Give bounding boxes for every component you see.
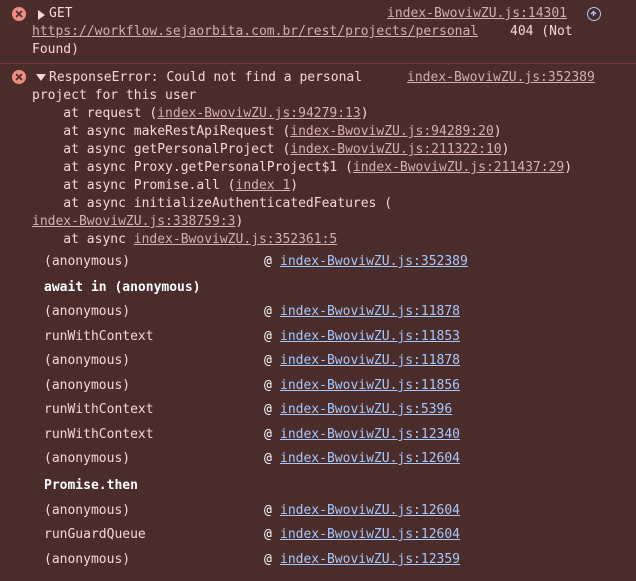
frame-at: @ <box>264 527 272 542</box>
error-circle-icon <box>12 70 26 84</box>
stack-link[interactable]: index-BwoviwZU.js:352361:5 <box>134 232 338 247</box>
frame-source-link[interactable]: index-BwoviwZU.js:11856 <box>280 377 460 395</box>
frame-source-link[interactable]: index-BwoviwZU.js:11853 <box>280 328 460 346</box>
request-url-link[interactable]: https://workflow.sejaorbita.com.br/rest/… <box>32 23 478 41</box>
stack-prefix: at async Proxy.getPersonalProject$1 ( <box>32 160 353 175</box>
frame-source-link[interactable]: index-BwoviwZU.js:352389 <box>280 253 468 271</box>
frame-source-link[interactable]: index-BwoviwZU.js:12604 <box>280 526 460 544</box>
stack-suffix: ) <box>501 142 510 157</box>
frame-at: @ <box>264 503 272 518</box>
frame-at: @ <box>264 378 272 393</box>
frame-source-link[interactable]: index-BwoviwZU.js:12340 <box>280 426 460 444</box>
frame-function: (anonymous) <box>44 353 131 368</box>
error-message-line2: project for this user <box>32 88 197 103</box>
stack-link[interactable]: index-BwoviwZU.js:94289:20 <box>290 124 494 139</box>
frame-at: @ <box>264 353 272 368</box>
stack-prefix: at async initializeAuthenticatedFeatures… <box>32 196 393 211</box>
stack-line: index-BwoviwZU.js:338759:3) <box>32 213 243 231</box>
stack-line: at async index-BwoviwZU.js:352361:5 <box>32 231 337 249</box>
stack-prefix: at async makeRestApiRequest ( <box>32 124 291 139</box>
frame-source-link[interactable]: index-BwoviwZU.js:11878 <box>280 352 460 370</box>
request-method: GET <box>49 6 73 21</box>
frame-function: (anonymous) <box>44 254 131 269</box>
frame-source-link[interactable]: index-BwoviwZU.js:11878 <box>280 303 460 321</box>
frame-function: runWithContext <box>44 329 154 344</box>
stack-line: at async initializeAuthenticatedFeatures… <box>32 195 392 213</box>
stack-line: at request (index-BwoviwZU.js:94279:13) <box>32 105 369 123</box>
stack-line: at async Promise.all (index 1) <box>32 177 298 195</box>
frame-at: @ <box>264 451 272 466</box>
frame-source-link[interactable]: index-BwoviwZU.js:12604 <box>280 502 460 520</box>
stack-line: at async getPersonalProject (index-Bwovi… <box>32 141 509 159</box>
frame-at: @ <box>264 552 272 567</box>
frame-function: (anonymous) <box>44 503 131 518</box>
response-error-source-link[interactable]: index-BwoviwZU.js:352389 <box>407 69 595 87</box>
stack-suffix: ) <box>290 178 299 193</box>
message-divider <box>0 63 636 64</box>
stack-suffix: ) <box>360 106 369 121</box>
frame-function: (anonymous) <box>44 378 131 393</box>
stack-link[interactable]: index-BwoviwZU.js:338759:3 <box>32 214 236 229</box>
stack-prefix: at async getPersonalProject ( <box>32 142 291 157</box>
frame-source-link[interactable]: index-BwoviwZU.js:5396 <box>280 401 452 419</box>
frame-function: (anonymous) <box>44 304 131 319</box>
stack-prefix: at async Promise.all ( <box>32 178 236 193</box>
caret-down-icon[interactable] <box>36 74 46 81</box>
stack-suffix: ) <box>493 124 502 139</box>
frame-function: runWithContext <box>44 402 154 417</box>
stack-line: at async makeRestApiRequest (index-Bwovi… <box>32 123 502 141</box>
frame-function: (anonymous) <box>44 451 131 466</box>
caret-right-icon[interactable] <box>38 10 45 20</box>
frame-source-link[interactable]: index-BwoviwZU.js:12604 <box>280 450 460 468</box>
stack-link[interactable]: index-BwoviwZU.js:211437:29 <box>353 160 564 175</box>
stack-link[interactable]: index-BwoviwZU.js:211322:10 <box>290 142 501 157</box>
frame-function: runGuardQueue <box>44 527 146 542</box>
frame-at: @ <box>264 304 272 319</box>
stack-suffix: ) <box>564 160 573 175</box>
stack-suffix: ) <box>235 214 244 229</box>
response-status-cont: Found) <box>32 42 79 57</box>
async-group-label: await in (anonymous) <box>44 280 201 295</box>
stack-prefix: at request ( <box>32 106 158 121</box>
response-status: 404 (Not <box>510 24 573 39</box>
error-message-line1: ResponseError: Could not find a personal <box>49 70 363 85</box>
error-circle-icon <box>12 7 26 21</box>
frame-at: @ <box>264 427 272 442</box>
frame-function: (anonymous) <box>44 552 131 567</box>
frame-source-link[interactable]: index-BwoviwZU.js:12359 <box>280 551 460 569</box>
stack-link[interactable]: index 1 <box>236 178 291 193</box>
stack-prefix: at async <box>32 232 134 247</box>
frame-at: @ <box>264 329 272 344</box>
frame-function: runWithContext <box>44 427 154 442</box>
frame-at: @ <box>264 402 272 417</box>
stack-link[interactable]: index-BwoviwZU.js:94279:13 <box>157 106 361 121</box>
network-request-icon[interactable] <box>587 7 601 21</box>
network-error-source-link[interactable]: index-BwoviwZU.js:14301 <box>387 5 567 23</box>
async-group-label: Promise.then <box>44 478 138 493</box>
frame-at: @ <box>264 254 272 269</box>
stack-line: at async Proxy.getPersonalProject$1 (ind… <box>32 159 572 177</box>
